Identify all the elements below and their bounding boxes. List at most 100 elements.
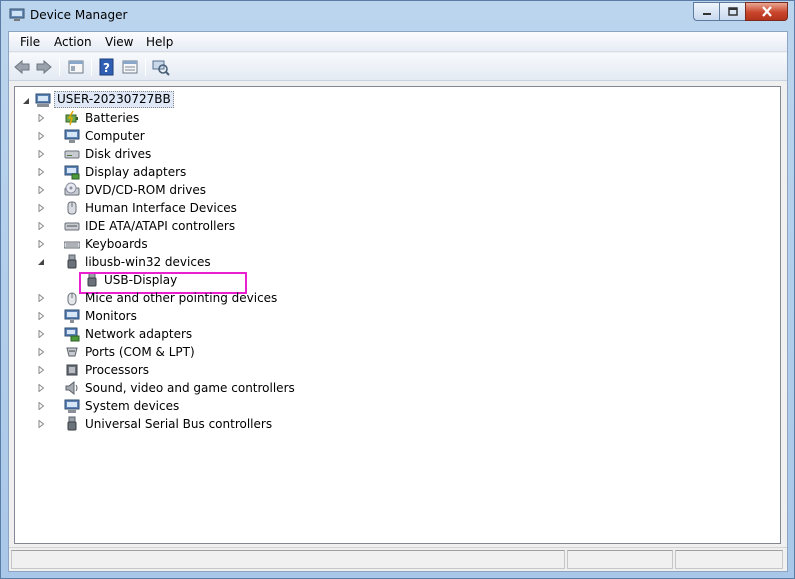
tree-item-label: Computer [85,129,145,143]
expand-icon[interactable] [37,312,45,320]
menu-bar: File Action View Help [9,32,787,52]
help-icon[interactable]: ? [98,58,116,76]
expand-icon[interactable] [37,384,45,392]
back-icon[interactable] [13,58,31,76]
forward-icon[interactable] [35,58,53,76]
menu-help[interactable]: Help [143,35,176,49]
tree-item-label: Monitors [85,309,137,323]
expand-icon[interactable] [37,240,45,248]
tree-item-label: Display adapters [85,165,187,179]
menu-action[interactable]: Action [51,35,95,49]
tree-item-label: Universal Serial Bus controllers [85,417,273,431]
tree-category-processors[interactable]: Processors [15,361,335,379]
details-icon[interactable] [121,58,139,76]
tree-item-label: Human Interface Devices [85,201,237,215]
minimize-button[interactable] [693,2,719,21]
expand-icon[interactable] [37,294,45,302]
collapse-icon[interactable] [37,258,45,266]
tree-category-mice-and-other-pointing-devices[interactable]: Mice and other pointing devices [15,289,335,307]
toolbar-separator [59,58,60,76]
system-device-icon [64,399,80,413]
svg-text:?: ? [103,61,110,75]
device-manager-icon [9,8,25,21]
tree-category-display-adapters[interactable]: Display adapters [15,163,335,181]
processor-icon [66,364,78,376]
speaker-icon [65,380,78,396]
port-icon [66,347,78,357]
minimize-icon [702,12,711,15]
expand-icon[interactable] [37,150,45,158]
collapse-icon[interactable] [22,97,30,105]
tree-item-label: libusb-win32 devices [85,255,211,269]
status-pane-2 [567,550,673,569]
toolbar-separator [91,58,92,76]
title-bar[interactable]: Device Manager [1,1,794,31]
keyboard-icon [64,241,80,249]
properties-icon[interactable] [67,58,85,76]
dvd-drive-icon [64,182,80,196]
tree-category-ports-com-lpt[interactable]: Ports (COM & LPT) [15,343,335,361]
tree-category-computer[interactable]: Computer [15,127,335,145]
usb-plug-icon [67,254,77,269]
scan-hardware-icon[interactable] [152,58,170,76]
close-button[interactable] [745,2,788,21]
tree-category-keyboards[interactable]: Keyboards [15,235,335,253]
tree-category-universal-serial-bus-controllers[interactable]: Universal Serial Bus controllers [15,415,335,433]
tree-item-label: Batteries [85,111,140,125]
monitor-icon [64,309,80,323]
expand-icon[interactable] [37,348,45,356]
tree-item-label: Processors [85,363,150,377]
computer-icon [35,93,51,107]
tree-category-monitors[interactable]: Monitors [15,307,335,325]
tree-category-network-adapters[interactable]: Network adapters [15,325,335,343]
tree-category-sound-video-and-game-controllers[interactable]: Sound, video and game controllers [15,379,335,397]
hid-icon [67,201,77,215]
mouse-icon [67,292,77,306]
maximize-icon [727,6,738,16]
status-pane-3 [675,550,783,569]
tree-item-label: DVD/CD-ROM drives [85,183,207,197]
tree-item-label: Sound, video and game controllers [85,381,295,395]
tree-category-libusb-win32-devices[interactable]: libusb-win32 devices [15,253,335,271]
tree-category-ide-ata-atapi-controllers[interactable]: IDE ATA/ATAPI controllers [15,217,335,235]
expand-icon[interactable] [37,114,45,122]
tree-root[interactable]: USER-20230727BB [15,91,215,109]
battery-icon [65,110,78,126]
caption-buttons [693,2,788,21]
tree-item-label: Ports (COM & LPT) [85,345,195,359]
expand-icon[interactable] [37,402,45,410]
window-title: Device Manager [30,8,128,22]
disk-drive-icon [64,150,80,159]
menu-file[interactable]: File [17,35,43,49]
tree-item-label: IDE ATA/ATAPI controllers [85,219,236,233]
tree-category-system-devices[interactable]: System devices [15,397,335,415]
tree-item-label: System devices [85,399,180,413]
usb-controller-icon [67,416,77,431]
expand-icon[interactable] [37,204,45,212]
ide-controller-icon [64,222,80,231]
tree-category-human-interface-devices[interactable]: Human Interface Devices [15,199,335,217]
expand-icon[interactable] [37,420,45,428]
expand-icon[interactable] [37,132,45,140]
toolbar-separator [145,58,146,76]
device-manager-window: Device Manager File Action View Help ? U… [0,0,795,579]
status-bar [9,547,787,571]
device-tree[interactable]: USER-20230727BB Batteries Computer Disk dr… [14,86,781,544]
expand-icon[interactable] [37,222,45,230]
maximize-button[interactable] [719,2,745,21]
toolbar: ? [9,53,787,81]
expand-icon[interactable] [37,366,45,374]
tree-root-label: USER-20230727BB [54,91,174,108]
tree-category-disk-drives[interactable]: Disk drives [15,145,335,163]
expand-icon[interactable] [37,168,45,176]
client-area: File Action View Help ? USER-20230727BB … [8,31,788,572]
expand-icon[interactable] [37,330,45,338]
tree-category-batteries[interactable]: Batteries [15,109,335,127]
tree-item-label: Keyboards [85,237,148,251]
display-adapter-icon [64,165,80,180]
menu-view[interactable]: View [102,35,136,49]
tree-item-label: Disk drives [85,147,152,161]
tree-category-dvd-cd-rom-drives[interactable]: DVD/CD-ROM drives [15,181,335,199]
expand-icon[interactable] [37,186,45,194]
status-pane-main [11,550,565,569]
